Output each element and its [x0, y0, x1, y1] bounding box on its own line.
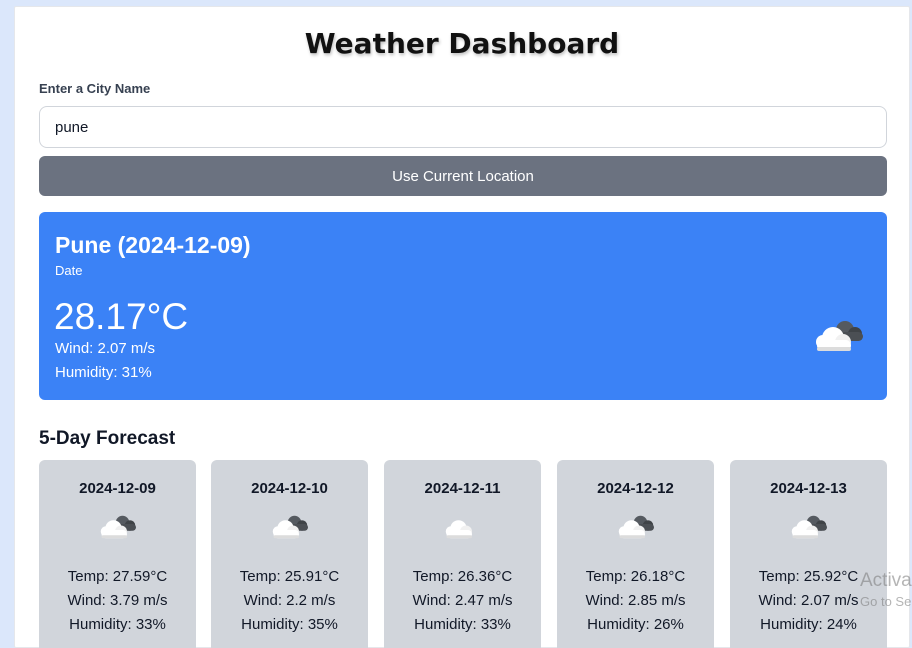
forecast-title: 5-Day Forecast [39, 428, 176, 449]
page-title: Weather Dashboard [304, 27, 620, 60]
broken-clouds-icon [816, 321, 863, 351]
forecast-date: 2024-12-11 [424, 480, 501, 497]
forecast-humidity: Humidity: 33% [69, 616, 166, 633]
forecast-date: 2024-12-13 [770, 480, 847, 497]
forecast-card: 2024-12-12 Temp: 26.18°C Wind: 2.85 m/s … [557, 460, 714, 648]
forecast-humidity: Humidity: 35% [241, 616, 338, 633]
forecast-temp: Temp: 25.91°C [239, 568, 340, 585]
current-wind: Wind: 2.07 m/s [55, 340, 156, 357]
forecast-date: 2024-12-09 [79, 480, 156, 497]
forecast-wind: Wind: 2.07 m/s [758, 592, 859, 609]
forecast-temp: Temp: 26.18°C [585, 568, 686, 585]
app-container: Weather Dashboard Enter a City Name Use … [14, 6, 910, 648]
broken-clouds-icon [272, 515, 308, 539]
current-date-label: Date [55, 263, 83, 278]
forecast-humidity: Humidity: 33% [414, 616, 511, 633]
current-weather-card: Pune (2024-12-09) Date 28.17°C Wind: 2.0… [39, 212, 887, 400]
city-input[interactable] [39, 106, 887, 148]
broken-clouds-icon [791, 515, 827, 539]
forecast-wind: Wind: 2.47 m/s [412, 592, 513, 609]
forecast-card: 2024-12-10 Temp: 25.91°C Wind: 2.2 m/s H… [211, 460, 368, 648]
forecast-date: 2024-12-10 [251, 480, 328, 497]
current-city-heading: Pune (2024-12-09) [55, 232, 251, 258]
forecast-card: 2024-12-09 Temp: 27.59°C Wind: 3.79 m/s … [39, 460, 196, 648]
forecast-wind: Wind: 2.85 m/s [585, 592, 686, 609]
cloud-icon [445, 520, 472, 539]
forecast-card: 2024-12-11 Temp: 26.36°C Wind: 2.47 m/s … [384, 460, 541, 648]
forecast-card: 2024-12-13 Temp: 25.92°C Wind: 2.07 m/s … [730, 460, 887, 648]
forecast-wind: Wind: 3.79 m/s [67, 592, 168, 609]
current-temperature: 28.17°C [54, 296, 189, 337]
forecast-humidity: Humidity: 26% [587, 616, 684, 633]
broken-clouds-icon [100, 515, 136, 539]
forecast-list: 2024-12-09 Temp: 27.59°C Wind: 3.79 m/s … [39, 460, 887, 648]
broken-clouds-icon [618, 515, 654, 539]
forecast-humidity: Humidity: 24% [760, 616, 857, 633]
use-current-location-button[interactable]: Use Current Location [39, 156, 887, 196]
forecast-wind: Wind: 2.2 m/s [243, 592, 336, 609]
city-input-label: Enter a City Name [39, 81, 151, 96]
forecast-temp: Temp: 27.59°C [67, 568, 168, 585]
current-humidity: Humidity: 31% [55, 364, 152, 381]
forecast-date: 2024-12-12 [597, 480, 674, 497]
forecast-temp: Temp: 26.36°C [412, 568, 513, 585]
forecast-temp: Temp: 25.92°C [758, 568, 859, 585]
